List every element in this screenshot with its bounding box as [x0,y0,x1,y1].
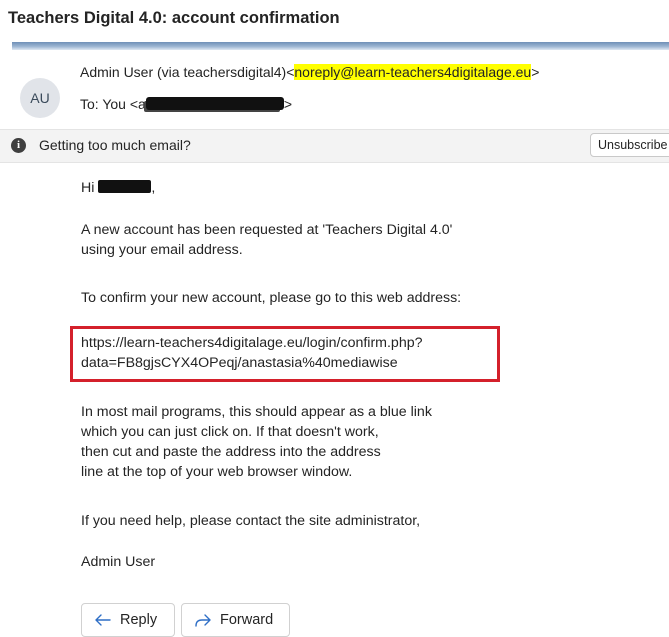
redacted-recipient-name [98,180,152,193]
signature: Admin User [81,554,156,570]
sender-name[interactable]: Admin User (via teachersdigital4) [80,64,286,80]
sender-avatar[interactable]: AU [20,78,60,118]
avatar-initials: AU [30,90,50,106]
recipient-line: To: You <a > [80,96,292,112]
recipient-name[interactable]: You [102,96,126,112]
reply-button[interactable]: Reply [81,603,175,637]
info-icon: i [11,138,26,153]
body-paragraph-3: In most mail programs, this should appea… [81,404,432,480]
body-paragraph-4: If you need help, please contact the sit… [81,513,421,529]
unsubscribe-banner: i Getting too much email? Unsubscribe [0,129,669,163]
banner-text: Getting too much email? [39,137,191,153]
header-divider [12,42,669,50]
to-label: To: [80,96,99,112]
email-subject: Teachers Digital 4.0: account confirmati… [8,9,340,27]
reply-label: Reply [120,612,158,628]
sender-email[interactable]: noreply@learn-teachers4digitalage.eu [294,64,532,80]
unsubscribe-button[interactable]: Unsubscribe [590,133,669,157]
greeting: Hi , [81,180,156,196]
forward-button[interactable]: Forward [181,603,290,637]
sender-line: Admin User (via teachersdigital4)<norepl… [80,64,540,80]
body-paragraph-2: To confirm your new account, please go t… [81,290,462,306]
body-paragraph-1: A new account has been requested at 'Tea… [81,222,453,258]
redacted-recipient-email [145,97,284,110]
reply-arrow-icon [95,614,111,626]
confirmation-link[interactable]: https://learn-teachers4digitalage.eu/log… [81,333,423,373]
forward-label: Forward [220,612,274,628]
forward-arrow-icon [195,614,211,627]
